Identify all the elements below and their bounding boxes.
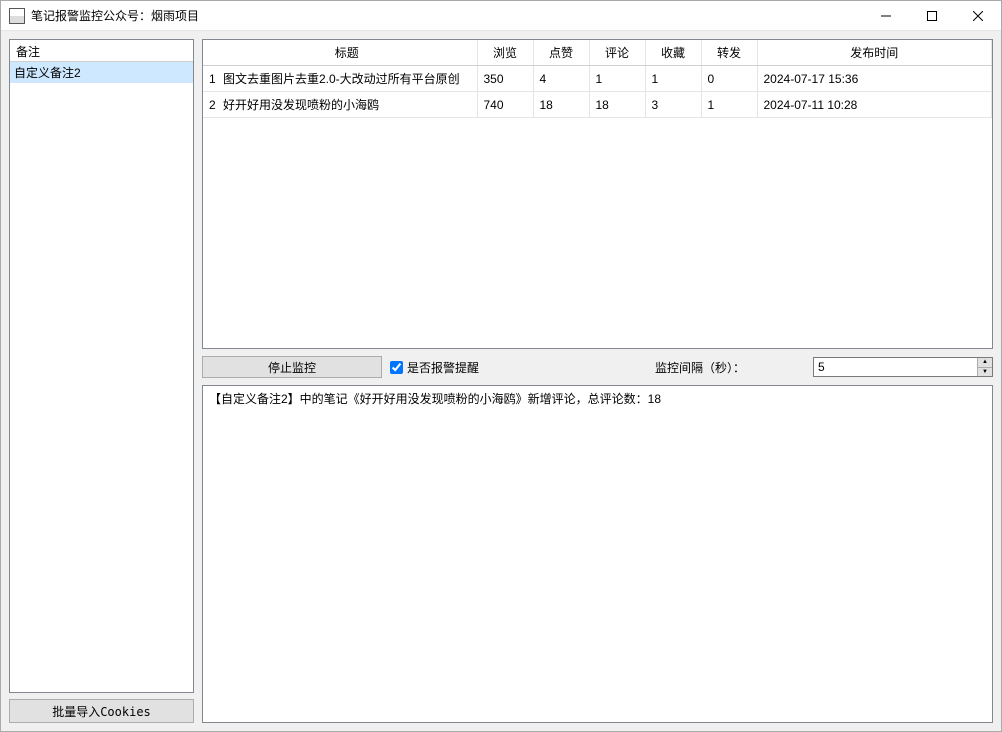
table-row[interactable]: 1图文去重图片去重2.0-大改动过所有平台原创35041102024-07-17… [203, 66, 992, 92]
column-views[interactable]: 浏览 [477, 40, 533, 66]
client-area: 备注 自定义备注2 批量导入Cookies 标题 浏览 点赞 [1, 31, 1001, 731]
interval-spinner[interactable]: ▲ ▼ [813, 357, 993, 377]
cell-time: 2024-07-17 15:36 [757, 66, 992, 92]
column-title[interactable]: 标题 [217, 40, 477, 66]
left-column: 备注 自定义备注2 批量导入Cookies [9, 39, 194, 723]
window-controls [863, 1, 1001, 30]
spinner-buttons: ▲ ▼ [977, 358, 992, 376]
column-shares[interactable]: 转发 [701, 40, 757, 66]
interval-label: 监控间隔（秒）： [655, 359, 745, 376]
table-row[interactable]: 2好开好用没发现喷粉的小海鸥7401818312024-07-11 10:28 [203, 92, 992, 118]
alarm-checkbox-wrap[interactable]: 是否报警提醒 [390, 359, 479, 376]
cell-favs: 3 [645, 92, 701, 118]
maximize-icon [927, 11, 937, 21]
column-time[interactable]: 发布时间 [757, 40, 992, 66]
column-favs[interactable]: 收藏 [645, 40, 701, 66]
close-button[interactable] [955, 1, 1001, 31]
maximize-button[interactable] [909, 1, 955, 31]
table-body: 1图文去重图片去重2.0-大改动过所有平台原创35041102024-07-17… [203, 66, 992, 118]
cell-title: 图文去重图片去重2.0-大改动过所有平台原创 [217, 66, 477, 92]
controls-row: 停止监控 是否报警提醒 监控间隔（秒）： ▲ ▼ [202, 355, 993, 379]
log-line: 【自定义备注2】中的笔记《好开好用没发现喷粉的小海鸥》新增评论，总评论数：18 [209, 390, 986, 407]
remark-list-item[interactable]: 自定义备注2 [10, 62, 193, 83]
bulk-import-cookies-button[interactable]: 批量导入Cookies [9, 699, 194, 723]
remark-list: 备注 自定义备注2 [9, 39, 194, 693]
cell-likes: 18 [533, 92, 589, 118]
stop-monitor-button[interactable]: 停止监控 [202, 356, 382, 378]
interval-input[interactable] [814, 358, 977, 376]
app-icon [9, 8, 25, 24]
cell-time: 2024-07-11 10:28 [757, 92, 992, 118]
cell-favs: 1 [645, 66, 701, 92]
spinner-up-button[interactable]: ▲ [978, 358, 992, 368]
notes-table-container[interactable]: 标题 浏览 点赞 评论 收藏 转发 发布时间 1图文去重图片去重2.0-大改动过… [202, 39, 993, 349]
log-panel[interactable]: 【自定义备注2】中的笔记《好开好用没发现喷粉的小海鸥》新增评论，总评论数：18 [202, 385, 993, 723]
table-header-row: 标题 浏览 点赞 评论 收藏 转发 发布时间 [203, 40, 992, 66]
cell-title: 好开好用没发现喷粉的小海鸥 [217, 92, 477, 118]
cell-index: 1 [203, 66, 217, 92]
minimize-icon [881, 11, 891, 21]
close-icon [973, 11, 983, 21]
cell-index: 2 [203, 92, 217, 118]
remark-list-body: 自定义备注2 [10, 62, 193, 83]
title-bar[interactable]: 笔记报警监控公众号：烟雨项目 [1, 1, 1001, 31]
column-index [203, 40, 217, 66]
cell-views: 740 [477, 92, 533, 118]
column-likes[interactable]: 点赞 [533, 40, 589, 66]
cell-shares: 1 [701, 92, 757, 118]
app-window: 笔记报警监控公众号：烟雨项目 备注 自定义备注2 批量导入Cookies [0, 0, 1002, 732]
notes-table: 标题 浏览 点赞 评论 收藏 转发 发布时间 1图文去重图片去重2.0-大改动过… [203, 40, 992, 118]
alarm-checkbox-label: 是否报警提醒 [407, 359, 479, 376]
remark-list-header: 备注 [10, 40, 193, 62]
column-comments[interactable]: 评论 [589, 40, 645, 66]
spinner-down-button[interactable]: ▼ [978, 368, 992, 377]
window-title: 笔记报警监控公众号：烟雨项目 [31, 7, 863, 24]
cell-comments: 1 [589, 66, 645, 92]
cell-comments: 18 [589, 92, 645, 118]
alarm-checkbox[interactable] [390, 361, 403, 374]
cell-shares: 0 [701, 66, 757, 92]
cell-views: 350 [477, 66, 533, 92]
cell-likes: 4 [533, 66, 589, 92]
minimize-button[interactable] [863, 1, 909, 31]
right-column: 标题 浏览 点赞 评论 收藏 转发 发布时间 1图文去重图片去重2.0-大改动过… [202, 39, 993, 723]
